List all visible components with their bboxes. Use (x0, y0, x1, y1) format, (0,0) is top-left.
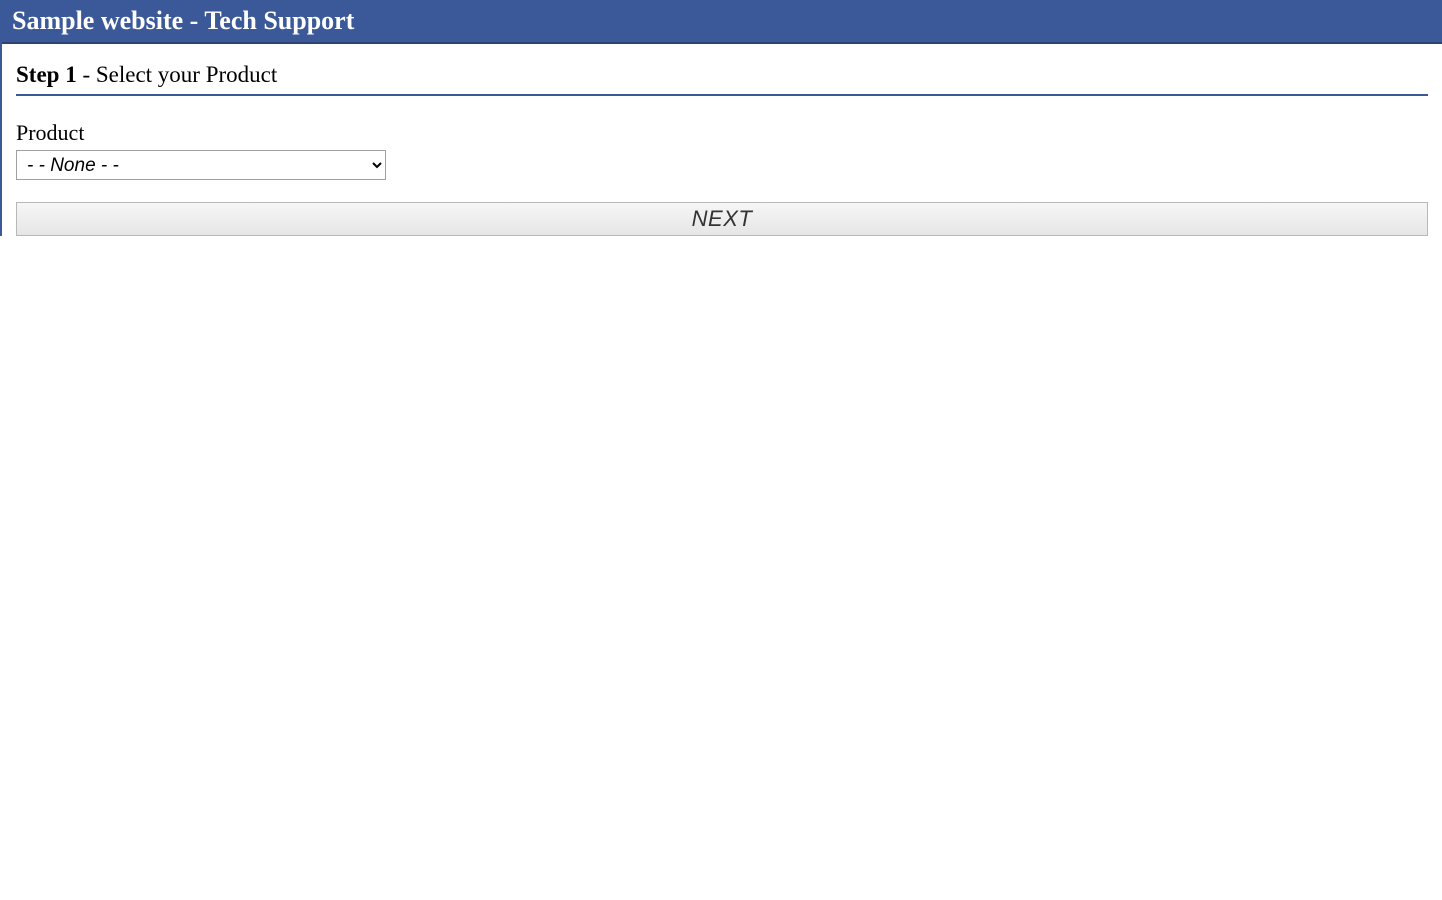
step-number: Step 1 (16, 62, 77, 87)
header-bar: Sample website - Tech Support (2, 0, 1442, 44)
product-label: Product (16, 120, 1428, 146)
next-button[interactable]: NEXT (16, 202, 1428, 236)
step-description: - Select your Product (77, 62, 278, 87)
product-field: Product - - None - - (16, 120, 1428, 180)
page-title: Sample website - Tech Support (12, 6, 354, 35)
main-content: Step 1 - Select your Product Product - -… (2, 44, 1442, 236)
product-select[interactable]: - - None - - (16, 150, 386, 180)
step-heading: Step 1 - Select your Product (16, 62, 1428, 96)
